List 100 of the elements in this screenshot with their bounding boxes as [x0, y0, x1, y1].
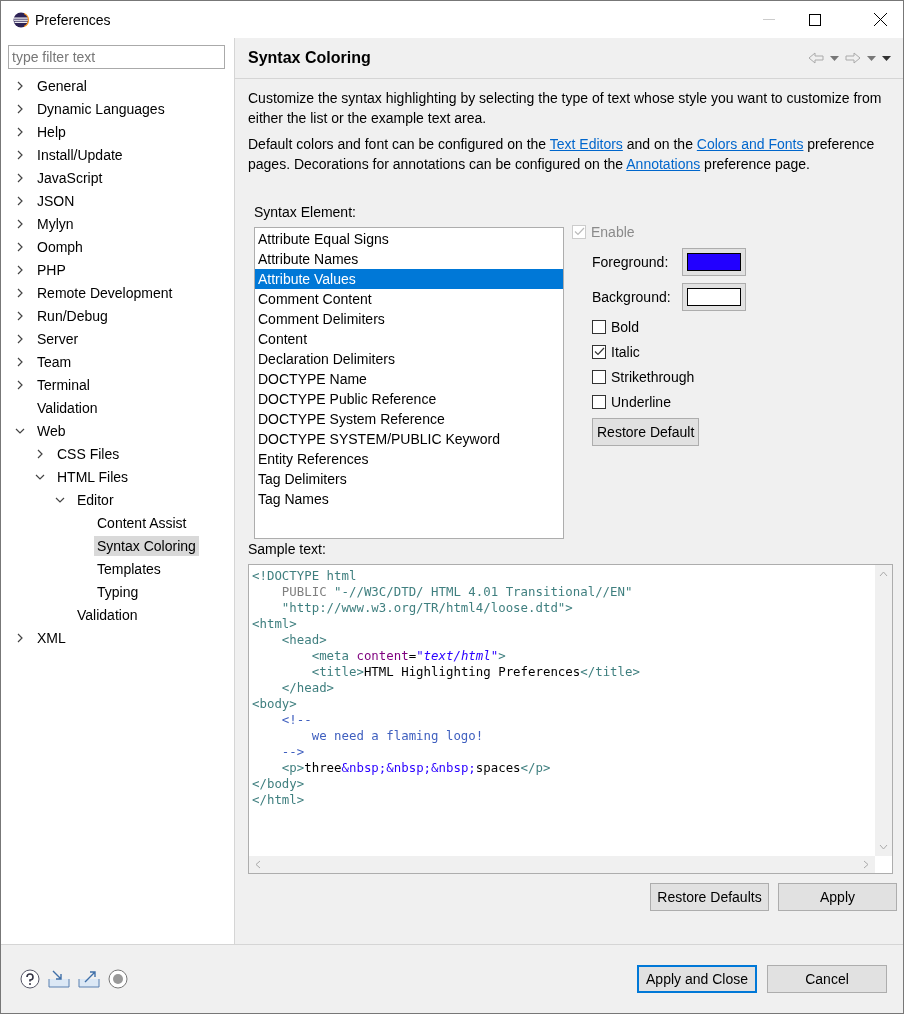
- tree-item[interactable]: JSON: [34, 190, 78, 211]
- tree-item[interactable]: Help: [34, 121, 69, 142]
- list-item[interactable]: Tag Delimiters: [255, 469, 563, 489]
- collapsed-chevron-icon[interactable]: [15, 287, 25, 298]
- list-item[interactable]: Entity References: [255, 449, 563, 469]
- tree-item[interactable]: CSS Files: [54, 443, 123, 464]
- style-checkbox[interactable]: [592, 319, 606, 334]
- collapsed-chevron-icon[interactable]: [15, 103, 25, 114]
- close-icon[interactable]: [874, 13, 887, 26]
- collapsed-chevron-icon[interactable]: [15, 356, 25, 367]
- dialog-button[interactable]: Apply and Close: [637, 965, 757, 993]
- preference-link[interactable]: Colors and Fonts: [696, 136, 804, 152]
- collapsed-chevron-icon[interactable]: [15, 310, 25, 321]
- list-item[interactable]: DOCTYPE System Reference: [255, 409, 563, 429]
- code-line: <!--: [280, 712, 312, 728]
- style-checkbox[interactable]: [592, 394, 606, 409]
- dropdown-icon[interactable]: [830, 55, 839, 61]
- color-label: Background:: [592, 288, 672, 305]
- tree-item[interactable]: General: [34, 75, 90, 96]
- list-item[interactable]: Tag Names: [255, 489, 563, 509]
- tree-item[interactable]: Oomph: [34, 236, 86, 257]
- tree-item[interactable]: Templates: [94, 558, 164, 579]
- list-item[interactable]: Attribute Names: [255, 249, 563, 269]
- collapsed-chevron-icon[interactable]: [15, 379, 25, 390]
- collapsed-chevron-icon[interactable]: [15, 632, 25, 643]
- list-item[interactable]: DOCTYPE Name: [255, 369, 563, 389]
- checkbox-label: Bold: [611, 318, 640, 335]
- dropdown-icon[interactable]: [867, 55, 876, 61]
- page-button[interactable]: Apply: [778, 883, 897, 911]
- style-checkbox[interactable]: [592, 369, 606, 384]
- maximize-icon[interactable]: [809, 13, 821, 26]
- list-item[interactable]: Comment Content: [255, 289, 563, 309]
- tree-item[interactable]: Server: [34, 328, 82, 349]
- preference-link[interactable]: Annotations: [626, 156, 701, 172]
- list-item[interactable]: Attribute Values: [255, 269, 563, 289]
- code-line: </body>: [252, 776, 305, 792]
- tree-item[interactable]: Content Assist: [94, 512, 190, 533]
- tree-item[interactable]: Run/Debug: [34, 305, 111, 326]
- code-line: </html>: [252, 792, 305, 808]
- collapsed-chevron-icon[interactable]: [15, 218, 25, 229]
- eclipse-logo-icon: [13, 11, 29, 28]
- tree-item[interactable]: Typing: [94, 581, 142, 602]
- collapsed-chevron-icon[interactable]: [15, 149, 25, 160]
- tree-item[interactable]: Validation: [74, 604, 141, 625]
- tree-item[interactable]: Install/Update: [34, 144, 126, 165]
- checkbox-label: Italic: [611, 343, 640, 360]
- description-text: Customize the syntax highlighting by selecting the type of text whose style you want to customize from either the list or the example text area.: [248, 89, 883, 128]
- code-line: -->: [280, 744, 305, 760]
- list-item[interactable]: DOCTYPE SYSTEM/PUBLIC Keyword: [255, 429, 563, 449]
- collapsed-chevron-icon[interactable]: [15, 264, 25, 275]
- tree-item[interactable]: Web: [34, 420, 69, 441]
- collapsed-chevron-icon[interactable]: [15, 241, 25, 252]
- collapsed-chevron-icon[interactable]: [35, 448, 45, 459]
- sample-text-label: Sample text:: [248, 540, 327, 559]
- page-button[interactable]: Restore Defaults: [650, 883, 769, 911]
- code-line: "http://www.w3.org/TR/html4/loose.dtd">: [280, 600, 573, 616]
- code-line: <meta content="text/html">: [310, 648, 506, 664]
- style-checkbox[interactable]: [592, 344, 606, 359]
- import-icon[interactable]: [48, 969, 70, 989]
- code-line: we need a flaming logo!: [310, 728, 484, 744]
- color-picker-button[interactable]: [682, 247, 746, 276]
- collapsed-chevron-icon[interactable]: [15, 195, 25, 206]
- window-title: Preferences: [35, 11, 111, 28]
- record-icon[interactable]: [108, 969, 128, 989]
- tree-item[interactable]: Mylyn: [34, 213, 77, 234]
- checkbox-label: Enable: [591, 223, 635, 240]
- tree-item[interactable]: Validation: [34, 397, 101, 418]
- collapsed-chevron-icon[interactable]: [15, 126, 25, 137]
- tree-item[interactable]: Terminal: [34, 374, 93, 395]
- list-item[interactable]: Attribute Equal Signs: [255, 229, 563, 249]
- filter-field[interactable]: type filter text: [8, 45, 225, 69]
- code-line: <head>: [280, 632, 327, 648]
- dialog-button[interactable]: Cancel: [767, 965, 887, 993]
- page-title: Syntax Coloring: [248, 49, 371, 67]
- tree-item[interactable]: Team: [34, 351, 75, 372]
- code-line: PUBLIC "-//W3C/DTD/ HTML 4.01 Transitional//EN": [280, 584, 633, 600]
- tree-item[interactable]: Syntax Coloring: [94, 535, 199, 556]
- collapsed-chevron-icon[interactable]: [15, 333, 25, 344]
- collapsed-chevron-icon[interactable]: [15, 172, 25, 183]
- list-item[interactable]: Declaration Delimiters: [255, 349, 563, 369]
- help-icon[interactable]: [20, 969, 40, 989]
- code-line: <body>: [252, 696, 297, 712]
- tree-item[interactable]: PHP: [34, 259, 69, 280]
- tree-item[interactable]: XML: [34, 627, 69, 648]
- list-item[interactable]: Content: [255, 329, 563, 349]
- tree-item[interactable]: Editor: [74, 489, 117, 510]
- tree-item[interactable]: Remote Development: [34, 282, 176, 303]
- preference-link[interactable]: Text Editors: [549, 136, 623, 152]
- tree-item[interactable]: HTML Files: [54, 466, 132, 487]
- restore-default-button[interactable]: Restore Default: [592, 418, 700, 446]
- menu-icon[interactable]: [882, 55, 891, 61]
- tree-item[interactable]: Dynamic Languages: [34, 98, 168, 119]
- code-line: </head>: [280, 680, 335, 696]
- checkbox-label: Underline: [611, 393, 671, 410]
- list-item[interactable]: DOCTYPE Public Reference: [255, 389, 563, 409]
- collapsed-chevron-icon[interactable]: [15, 80, 25, 91]
- tree-item[interactable]: JavaScript: [34, 167, 106, 188]
- list-item[interactable]: Comment Delimiters: [255, 309, 563, 329]
- export-icon[interactable]: [78, 969, 100, 989]
- color-picker-button[interactable]: [682, 282, 746, 311]
